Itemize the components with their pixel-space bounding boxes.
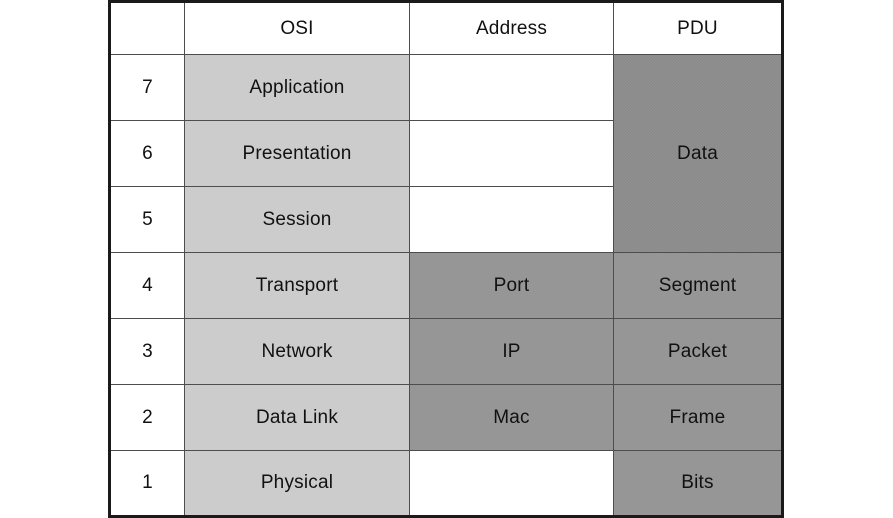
layer-number-7: 7 xyxy=(109,54,185,121)
address-layer-2: Mac xyxy=(409,384,614,451)
pdu-layer-1: Bits xyxy=(613,450,783,517)
osi-layer-5: Session xyxy=(184,186,410,253)
osi-layer-1: Physical xyxy=(184,450,410,517)
layer-number-3: 3 xyxy=(109,318,185,385)
layer-number-4: 4 xyxy=(109,252,185,319)
osi-model-table: OSI Address PDU 7 Application Data 6 Pre… xyxy=(108,0,784,518)
address-layer-1 xyxy=(409,450,614,517)
osi-layer-2: Data Link xyxy=(184,384,410,451)
layer-number-2: 2 xyxy=(109,384,185,451)
table-row: 7 Application Data xyxy=(109,54,783,253)
header-osi: OSI xyxy=(184,1,410,55)
pdu-layer-4: Segment xyxy=(613,252,783,319)
pdu-data-block: Data xyxy=(613,54,783,253)
table-row: 4 Transport Port Segment xyxy=(109,252,783,319)
osi-layer-7: Application xyxy=(184,54,410,121)
address-layer-4: Port xyxy=(409,252,614,319)
address-layer-7 xyxy=(409,54,614,121)
address-layer-5 xyxy=(409,186,614,253)
header-pdu: PDU xyxy=(613,1,783,55)
header-address: Address xyxy=(409,1,614,55)
layer-number-5: 5 xyxy=(109,186,185,253)
layer-number-6: 6 xyxy=(109,120,185,187)
osi-layer-3: Network xyxy=(184,318,410,385)
osi-layer-4: Transport xyxy=(184,252,410,319)
table-row: 2 Data Link Mac Frame xyxy=(109,384,783,451)
table-row: 3 Network IP Packet xyxy=(109,318,783,385)
header-layer-number xyxy=(109,1,185,55)
table-row: 1 Physical Bits xyxy=(109,450,783,517)
pdu-layer-3: Packet xyxy=(613,318,783,385)
osi-layer-6: Presentation xyxy=(184,120,410,187)
address-layer-3: IP xyxy=(409,318,614,385)
table-header-row: OSI Address PDU xyxy=(109,1,783,55)
pdu-layer-2: Frame xyxy=(613,384,783,451)
address-layer-6 xyxy=(409,120,614,187)
layer-number-1: 1 xyxy=(109,450,185,517)
